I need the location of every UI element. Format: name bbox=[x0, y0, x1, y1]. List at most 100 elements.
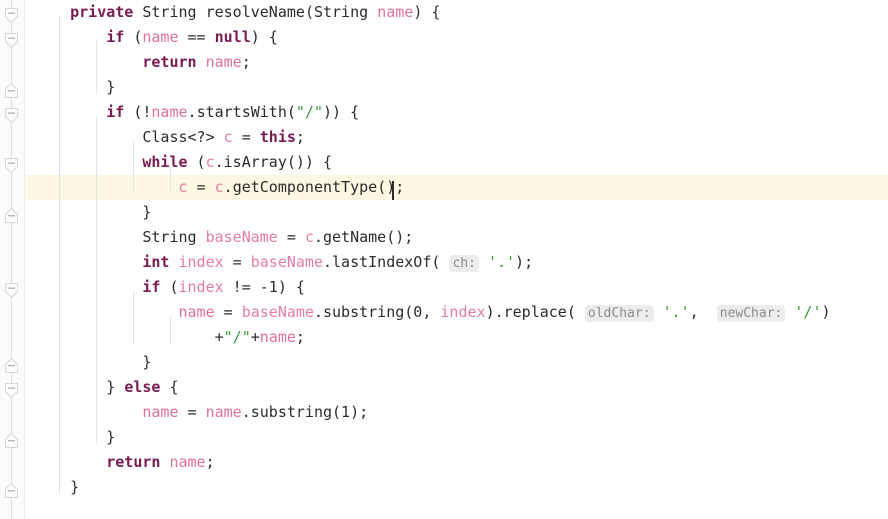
code-token-type: String bbox=[313, 3, 369, 21]
code-editor[interactable]: private String resolveName(String name) … bbox=[0, 0, 888, 519]
code-token-method: replace bbox=[503, 303, 567, 321]
code-line[interactable]: } bbox=[0, 425, 888, 450]
code-token-field: name bbox=[178, 303, 215, 321]
code-token-punct: = bbox=[187, 178, 215, 196]
code-token-punct: ()) { bbox=[286, 153, 333, 171]
indent-guide bbox=[133, 141, 134, 194]
code-line[interactable]: if (!name.startsWith("/")) { bbox=[0, 100, 888, 125]
code-token-punct: (1); bbox=[332, 403, 369, 421]
code-token-ws bbox=[34, 353, 142, 371]
code-token-punct: . bbox=[313, 303, 323, 321]
code-token-field: name bbox=[205, 403, 242, 421]
code-line-text: if (index != -1) { bbox=[34, 275, 305, 300]
code-token-field: name bbox=[142, 403, 179, 421]
code-token-punct: { bbox=[160, 378, 179, 396]
code-line[interactable]: } bbox=[0, 75, 888, 100]
code-line[interactable]: } else { bbox=[0, 375, 888, 400]
code-line[interactable]: private String resolveName(String name) … bbox=[0, 0, 888, 25]
fold-marker-method-end-icon[interactable] bbox=[2, 481, 21, 500]
code-token-punct: (0, bbox=[404, 303, 441, 321]
indent-guide bbox=[59, 16, 60, 494]
code-token-punct: = bbox=[232, 128, 260, 146]
code-token-punct: . bbox=[323, 253, 333, 271]
code-token-kw: else bbox=[124, 378, 161, 396]
code-line-text: } bbox=[34, 475, 79, 500]
indent-guide bbox=[170, 166, 171, 194]
code-line[interactable]: return name; bbox=[0, 450, 888, 475]
code-token-kw: return bbox=[106, 453, 161, 471]
code-token-punct: . bbox=[187, 103, 197, 121]
code-token-field: name bbox=[259, 328, 296, 346]
fold-marker-expanded-while-icon[interactable] bbox=[2, 156, 21, 175]
code-token-punct: . bbox=[223, 178, 233, 196]
code-line-text: while (c.isArray()) { bbox=[34, 150, 332, 175]
code-token-punct: , bbox=[689, 303, 717, 321]
code-token-str: '.' bbox=[487, 253, 516, 271]
code-token-local: c bbox=[304, 228, 314, 246]
code-token-ws bbox=[34, 153, 142, 171]
code-token-field: name bbox=[377, 3, 414, 21]
code-token-local: c bbox=[223, 128, 233, 146]
fold-marker-expanded-if-index-icon[interactable] bbox=[2, 281, 21, 300]
code-token-method: getName bbox=[323, 228, 387, 246]
editor-gutter[interactable] bbox=[0, 0, 25, 519]
code-token-punct: . bbox=[214, 153, 224, 171]
code-token-ws bbox=[34, 3, 70, 21]
code-line-text: int index = baseName.lastIndexOf( ch: '.… bbox=[34, 250, 533, 276]
code-token-local: c bbox=[205, 153, 215, 171]
fold-marker-else-end-icon[interactable] bbox=[2, 431, 21, 450]
code-token-local: baseName bbox=[250, 253, 323, 271]
code-text-area[interactable]: private String resolveName(String name) … bbox=[0, 0, 888, 519]
fold-marker-if-index-end-icon[interactable] bbox=[2, 356, 21, 375]
code-line[interactable]: if (name == null) { bbox=[0, 25, 888, 50]
code-token-punct: ). bbox=[485, 303, 504, 321]
code-token-punct: . bbox=[313, 228, 323, 246]
code-token-ws bbox=[34, 478, 70, 496]
code-token-punct: } bbox=[142, 203, 152, 221]
code-line-text: name = baseName.substring(0, index).repl… bbox=[34, 300, 831, 326]
code-token-method: startsWith bbox=[196, 103, 287, 121]
code-line[interactable]: } bbox=[0, 475, 888, 500]
fold-marker-expanded-else-icon[interactable] bbox=[2, 381, 21, 400]
code-token-kw: while bbox=[142, 153, 188, 171]
fold-marker-fold-end-icon[interactable] bbox=[2, 81, 21, 100]
code-line-text: private String resolveName(String name) … bbox=[34, 0, 440, 25]
code-token-punct bbox=[197, 53, 206, 71]
code-token-punct: ( bbox=[160, 278, 179, 296]
code-line[interactable]: name = name.substring(1); bbox=[0, 400, 888, 425]
code-token-local: index bbox=[178, 253, 224, 271]
code-token-local: baseName bbox=[205, 228, 278, 246]
code-token-punct bbox=[169, 253, 178, 271]
indent-guide bbox=[133, 291, 134, 344]
code-token-punct: <?> bbox=[187, 128, 224, 146]
code-token-punct: } bbox=[106, 428, 116, 446]
inlay-parameter-hint: ch: bbox=[449, 255, 479, 272]
code-line-text: c = c.getComponentType(); bbox=[34, 175, 405, 200]
code-token-field: name bbox=[151, 103, 188, 121]
code-token-kw: null bbox=[214, 28, 251, 46]
code-line-text: } bbox=[34, 75, 115, 100]
code-token-local: c bbox=[178, 178, 188, 196]
code-token-punct: + bbox=[250, 328, 260, 346]
code-token-kw: return bbox=[142, 53, 197, 71]
code-token-local: index bbox=[440, 303, 486, 321]
code-token-kw: this bbox=[259, 128, 296, 146]
fold-marker-while-end-icon[interactable] bbox=[2, 206, 21, 225]
code-line[interactable]: String baseName = c.getName(); bbox=[0, 225, 888, 250]
code-token-punct: ; bbox=[205, 453, 215, 471]
indent-guide bbox=[170, 316, 171, 344]
code-token-str: '.' bbox=[662, 303, 690, 321]
code-token-punct: ( bbox=[286, 103, 296, 121]
code-line[interactable]: } bbox=[0, 350, 888, 375]
fold-marker-expanded-if-icon[interactable] bbox=[2, 31, 21, 50]
code-token-punct: (); bbox=[377, 178, 405, 196]
code-token-punct: == bbox=[178, 28, 215, 46]
code-line[interactable]: int index = baseName.lastIndexOf( ch: '.… bbox=[0, 250, 888, 275]
code-line[interactable]: } bbox=[0, 200, 888, 225]
code-token-kw: if bbox=[106, 28, 125, 46]
fold-marker-expanded-if-not-startswith-icon[interactable] bbox=[2, 106, 21, 125]
fold-marker-expanded-method-icon[interactable] bbox=[2, 6, 21, 25]
indent-guide bbox=[96, 391, 97, 444]
code-line[interactable]: return name; bbox=[0, 50, 888, 75]
code-token-kw: if bbox=[106, 103, 125, 121]
